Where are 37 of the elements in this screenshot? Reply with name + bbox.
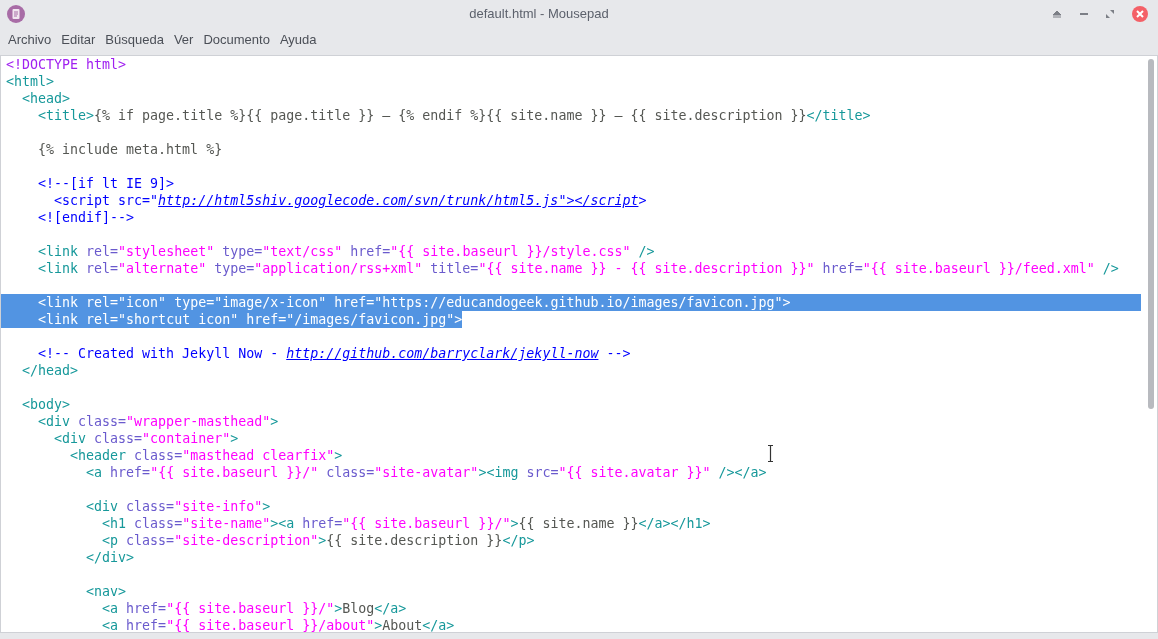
code-line: <p class="site-description">{{ site.description }}</p> (101, 532, 535, 549)
close-icon[interactable] (1132, 6, 1148, 22)
code-line: </div> (85, 549, 135, 566)
code-line: <body> (21, 396, 71, 413)
menu-item[interactable]: Documento (199, 28, 274, 52)
window-title: default.html - Mousepad (469, 5, 609, 24)
text-cursor-icon (767, 445, 774, 462)
code-line: <head> (21, 90, 71, 107)
menu-item[interactable]: Archivo (4, 28, 56, 52)
code-line: <header class="masthead clearfix"> (69, 447, 343, 464)
code-line: <!-- Created with Jekyll Now - http://github.com/barryclark/jekyll-now --> (37, 345, 631, 362)
menu-item[interactable]: Editar (57, 28, 100, 52)
code-line: <div class="wrapper-masthead"> (37, 413, 279, 430)
restore-icon[interactable] (1106, 10, 1114, 18)
code-line: <html> (5, 73, 55, 90)
code-line: </head> (21, 362, 79, 379)
keep-above-icon[interactable] (1052, 10, 1062, 18)
scrollbar[interactable] (1148, 59, 1154, 409)
code-line: <div class="container"> (53, 430, 239, 447)
code-line: <![endif]--> (37, 209, 135, 226)
code-line: <a href="{{ site.baseurl }}/" class="site-avatar"><img src="{{ site.avatar }}" /></a> (85, 464, 767, 481)
code-line: <h1 class="site-name"><a href="{{ site.baseurl }}/">{{ site.name }}</a></h1> (101, 515, 711, 532)
code-line: <!DOCTYPE html> (5, 56, 127, 73)
code-line: <title>{% if page.title %}{{ page.title }} – {% endif %}{{ site.name }} – {{ site.description }}</title> (37, 107, 871, 124)
code-line: <!--[if lt IE 9]> (37, 175, 175, 192)
notepad-icon (6, 4, 26, 24)
menu-item[interactable]: Ayuda (275, 28, 321, 52)
code-line: <a href="{{ site.baseurl }}/about">About</a> (101, 617, 455, 632)
code-line: <div class="site-info"> (85, 498, 271, 515)
code-line: {% include meta.html %} (37, 141, 223, 158)
menu-item[interactable]: Búsqueda (101, 28, 168, 52)
code-line: <a href="{{ site.baseurl }}/">Blog</a> (101, 600, 407, 617)
code-line: <nav> (85, 583, 127, 600)
code-line: <link rel="alternate" type="application/rss+xml" title="{{ site.name }} - {{ site.description }}" href="{{ site.baseurl }}/feed.xml" /> (37, 260, 1119, 277)
code-line: <link rel="stylesheet" type="text/css" href="{{ site.baseurl }}/style.css" /> (37, 243, 655, 260)
menu-item[interactable]: Ver (169, 28, 198, 52)
code-line: <script src="http://html5shiv.googlecode.com/svn/trunk/html5.js"></script> (53, 192, 647, 209)
